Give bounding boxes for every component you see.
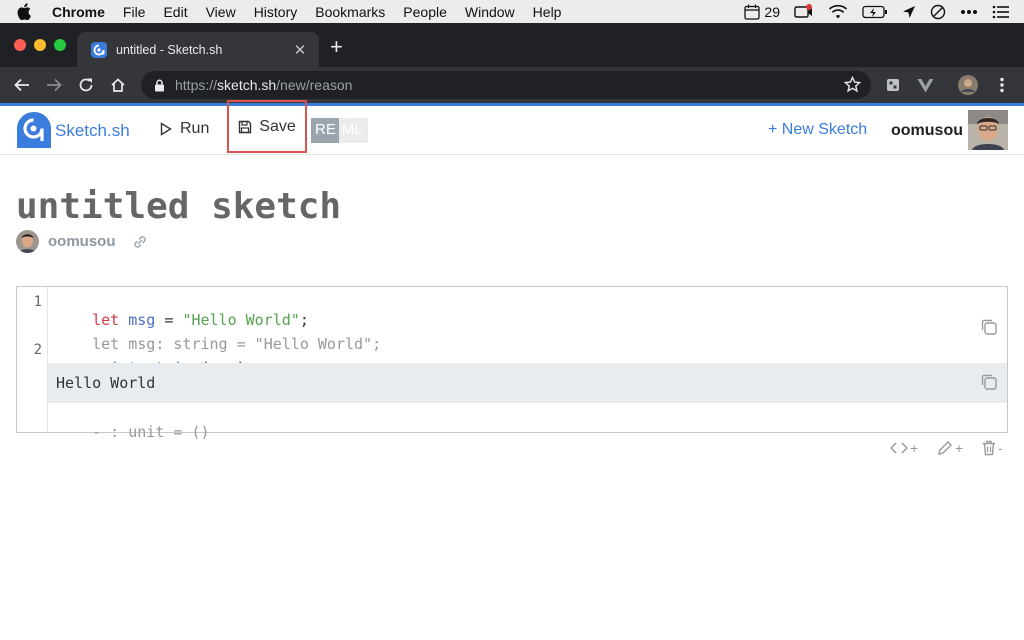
profile-avatar-icon [958, 75, 978, 95]
address-bar[interactable]: https://sketch.sh/new/reason [141, 71, 871, 99]
browser-toolbar: https://sketch.sh/new/reason [0, 67, 1024, 103]
extension-grid-icon [887, 79, 899, 91]
author-photo-icon [16, 230, 39, 253]
vue-devtools-button[interactable] [915, 75, 935, 95]
back-arrow-icon [14, 78, 29, 92]
add-text-block-button[interactable]: + [937, 440, 963, 456]
extension-button-1[interactable] [883, 75, 903, 95]
brand-name[interactable]: Sketch.sh [55, 121, 130, 141]
calendar-status[interactable]: 29 [744, 4, 780, 20]
author-avatar[interactable] [16, 230, 39, 253]
add-code-plus: + [910, 440, 919, 456]
delete-block-button[interactable]: - [982, 440, 1003, 456]
author-name[interactable]: oomusou [48, 233, 116, 250]
calendar-icon [744, 4, 761, 20]
home-icon [111, 78, 125, 92]
menu-app-name[interactable]: Chrome [52, 4, 105, 20]
menu-help[interactable]: Help [533, 4, 562, 20]
sketch-favicon-icon [91, 41, 107, 58]
copy-output-icon[interactable] [979, 372, 999, 392]
bookmark-star-icon[interactable] [844, 76, 861, 93]
copy-hint-icon[interactable] [979, 317, 999, 337]
home-button[interactable] [108, 75, 128, 95]
macos-menubar: Chrome File Edit View History Bookmarks … [0, 0, 1024, 23]
new-tab-button[interactable]: + [330, 36, 343, 58]
do-not-disturb-icon[interactable] [930, 4, 946, 20]
reload-button[interactable] [76, 75, 96, 95]
line-number-2: 2 [33, 342, 42, 358]
browser-tab-active[interactable]: untitled - Sketch.sh ✕ [77, 32, 319, 67]
stdout-output: Hello World [48, 363, 1007, 403]
code-brackets-icon [890, 442, 908, 454]
syntax-toggle[interactable]: RE ML [311, 118, 368, 143]
result-hint-line: - : unit = () [56, 405, 210, 459]
add-text-plus: + [955, 440, 964, 456]
play-icon [160, 122, 172, 136]
vertical-dots-icon [1000, 77, 1004, 93]
pencil-icon [938, 441, 952, 455]
window-minimize-button[interactable] [34, 39, 46, 51]
stdout-text: Hello World [56, 374, 156, 392]
url-path: /new/reason [276, 77, 353, 93]
profile-button[interactable] [958, 75, 978, 95]
user-avatar[interactable] [968, 110, 1008, 150]
add-code-block-button[interactable]: + [890, 440, 918, 456]
url-host: sketch.sh [217, 77, 277, 93]
calendar-day: 29 [764, 3, 780, 20]
tab-close-icon[interactable]: ✕ [293, 41, 307, 59]
link-icon[interactable] [132, 234, 148, 250]
vue-logo-icon [917, 78, 933, 92]
code-editor-block[interactable]: 1 2 let msg = "Hello World"; let msg: st… [16, 286, 1008, 441]
sketch-author: oomusou [16, 230, 148, 253]
syntax-ocaml-option[interactable]: ML [338, 118, 368, 143]
trash-icon [983, 440, 995, 456]
browser-tab-strip: untitled - Sketch.sh ✕ + [0, 23, 1024, 67]
notification-list-icon[interactable] [992, 5, 1010, 19]
menu-file[interactable]: File [123, 4, 146, 20]
wifi-icon[interactable] [828, 4, 848, 20]
chrome-menu-button[interactable] [992, 75, 1012, 95]
menu-bookmarks[interactable]: Bookmarks [315, 4, 385, 20]
result-hint-text: - : unit = () [92, 423, 210, 441]
battery-icon[interactable] [862, 5, 888, 19]
menu-people[interactable]: People [403, 4, 447, 20]
lock-icon [155, 79, 164, 91]
line-number-1: 1 [33, 294, 42, 310]
new-sketch-button[interactable]: + New Sketch [768, 121, 867, 139]
url-text: https://sketch.sh/new/reason [175, 77, 352, 93]
menu-history[interactable]: History [254, 4, 298, 20]
forward-button[interactable] [44, 75, 64, 95]
delete-minus: - [998, 440, 1003, 456]
back-button[interactable] [12, 75, 32, 95]
more-dots-icon[interactable] [960, 9, 978, 15]
tab-title: untitled - Sketch.sh [116, 42, 223, 57]
syntax-reason-option[interactable]: RE [311, 118, 339, 143]
url-scheme: https:// [175, 77, 218, 93]
menu-view[interactable]: View [206, 4, 236, 20]
run-button[interactable]: Run [160, 120, 209, 138]
menu-window[interactable]: Window [465, 4, 515, 20]
user-photo-icon [968, 110, 1008, 150]
sketch-title[interactable]: untitled sketch [16, 186, 341, 227]
save-label: Save [259, 117, 296, 135]
floppy-disk-icon [239, 120, 252, 133]
app-header: Sketch.sh Run Save RE ML + New Sketch oo… [0, 100, 1024, 155]
save-button[interactable]: Save [227, 100, 307, 153]
video-recording-icon[interactable] [794, 3, 814, 20]
sketch-logo-icon[interactable] [16, 111, 51, 149]
window-zoom-button[interactable] [54, 39, 66, 51]
window-close-button[interactable] [14, 39, 26, 51]
menu-edit[interactable]: Edit [163, 4, 187, 20]
run-label: Run [180, 120, 210, 137]
line-number-gutter: 1 2 [17, 287, 48, 432]
header-username[interactable]: oomusou [891, 122, 963, 140]
forward-arrow-icon [47, 78, 62, 92]
reload-icon [79, 78, 93, 92]
apple-icon[interactable] [17, 3, 37, 20]
location-icon[interactable] [902, 5, 916, 19]
